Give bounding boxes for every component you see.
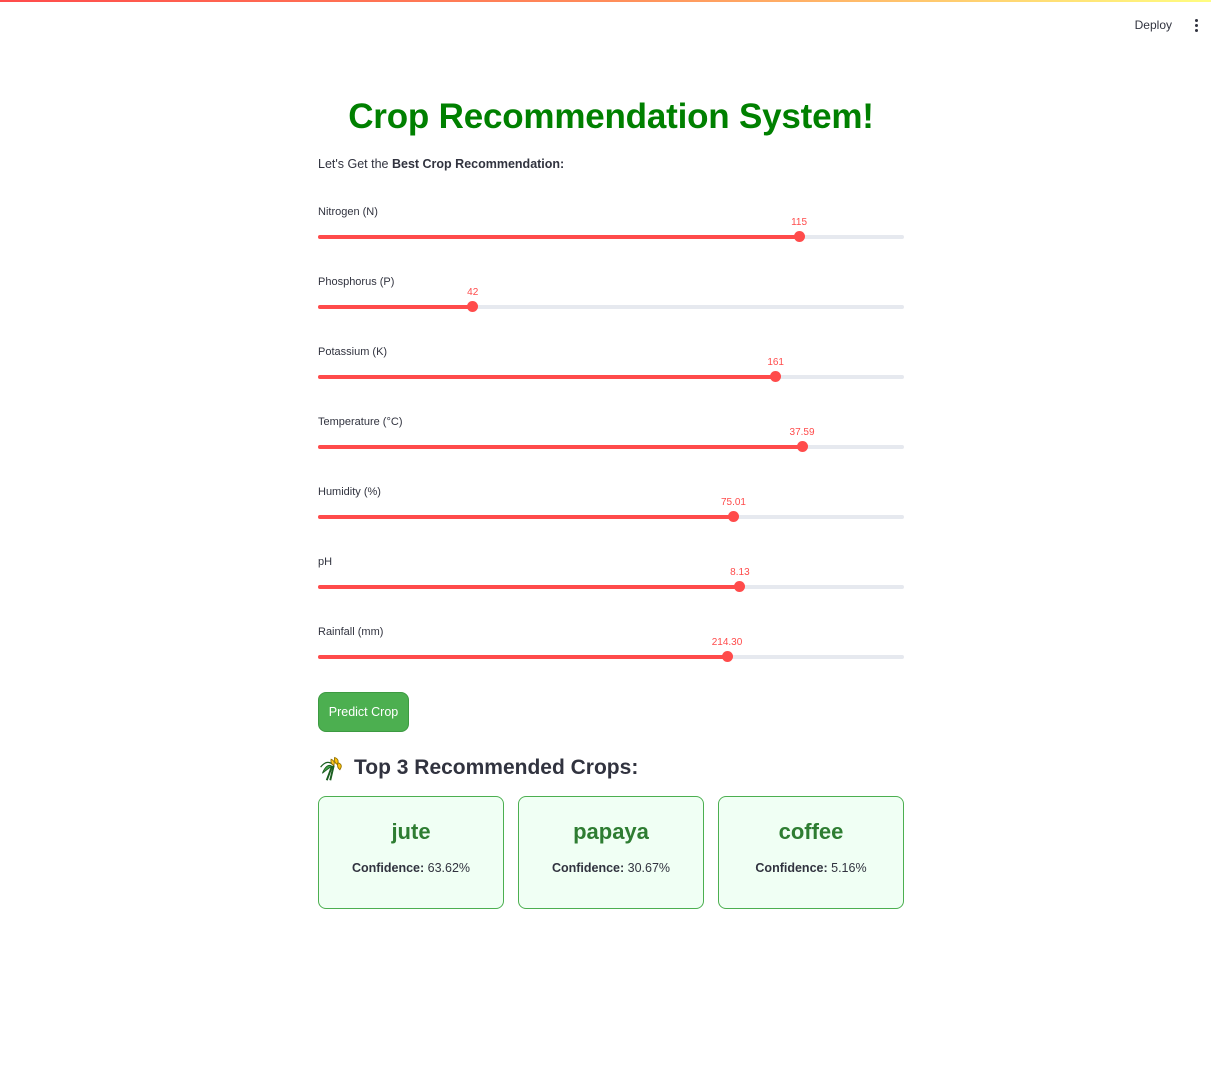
- page-title: Crop Recommendation System!: [348, 97, 874, 136]
- slider-label: pH: [318, 556, 333, 568]
- confidence-label: Confidence:: [351, 861, 425, 875]
- crop-name: papaya: [573, 819, 649, 844]
- slider-ph: pH 8.13: [318, 556, 904, 616]
- deploy-button[interactable]: Deploy: [1129, 14, 1178, 36]
- slider-thumb[interactable]: [727, 511, 739, 522]
- crop-confidence: Confidence: 30.67%: [552, 861, 670, 875]
- slider-track[interactable]: [318, 581, 904, 592]
- confidence-label: Confidence:: [755, 861, 828, 875]
- slider-track[interactable]: [318, 371, 904, 382]
- slider-thumb[interactable]: [467, 301, 479, 312]
- crop-name: coffee: [778, 819, 844, 844]
- slider-potassium: Potassium (K) 161: [318, 346, 904, 406]
- crop-confidence: Confidence: 5.16%: [755, 861, 866, 875]
- slider-fill: [318, 445, 803, 449]
- app-header: Deploy: [1129, 14, 1201, 36]
- slider-value: 161: [767, 357, 784, 368]
- slider-track[interactable]: [318, 651, 904, 662]
- slider-fill: [318, 655, 728, 659]
- crop-confidence: Confidence: 63.62%: [352, 861, 470, 875]
- slider-nitrogen: Nitrogen (N) 115: [318, 206, 904, 266]
- slider-label: Nitrogen (N): [318, 206, 378, 218]
- slider-phosphorus: Phosphorus (P) 42: [318, 276, 904, 336]
- results-heading: Top 3 Recommended Crops:: [318, 754, 638, 782]
- subtitle-prefix: Let's Get the: [318, 157, 392, 171]
- slider-thumb[interactable]: [770, 371, 782, 382]
- crop-card: jute Confidence: 63.62%: [318, 796, 504, 909]
- page-subtitle: Let's Get the Best Crop Recommendation:: [318, 157, 564, 171]
- slider-thumb[interactable]: [721, 651, 733, 662]
- sheaf-of-rice-icon: [320, 756, 342, 781]
- slider-value: 42: [467, 287, 479, 298]
- crop-cards: jute Confidence: 63.62% papaya Confidenc…: [318, 796, 904, 909]
- results-heading-text: Top 3 Recommended Crops:: [354, 756, 639, 779]
- slider-label: Humidity (%): [318, 486, 381, 498]
- confidence-value: 30.67%: [627, 861, 671, 875]
- predict-crop-button[interactable]: Predict Crop: [318, 692, 409, 732]
- slider-label: Temperature (°C): [318, 416, 403, 428]
- top-decoration-stripe: [0, 0, 1211, 2]
- crop-card: coffee Confidence: 5.16%: [718, 796, 904, 909]
- slider-label: Potassium (K): [318, 346, 388, 358]
- slider-fill: [318, 585, 740, 589]
- slider-track[interactable]: [318, 511, 904, 522]
- slider-humidity: Humidity (%) 75.01: [318, 486, 904, 546]
- slider-rainfall: Rainfall (mm) 214.30: [318, 626, 904, 686]
- slider-temperature: Temperature (°C) 37.59: [318, 416, 904, 476]
- confidence-value: 63.62%: [427, 861, 471, 875]
- slider-value: 214.30: [711, 637, 743, 648]
- slider-thumb[interactable]: [796, 441, 808, 452]
- slider-value: 37.59: [789, 427, 815, 438]
- crop-name: jute: [391, 819, 431, 844]
- slider-fill: [318, 305, 473, 309]
- slider-value: 115: [791, 217, 808, 228]
- subtitle-bold: Best Crop Recommendation:: [391, 157, 565, 171]
- slider-thumb[interactable]: [793, 231, 805, 242]
- slider-value: 8.13: [730, 567, 750, 578]
- slider-label: Phosphorus (P): [318, 276, 395, 288]
- confidence-label: Confidence:: [551, 861, 625, 875]
- slider-value: 75.01: [720, 497, 746, 508]
- slider-fill: [318, 235, 800, 239]
- confidence-value: 5.16%: [831, 861, 867, 875]
- slider-fill: [318, 515, 734, 519]
- slider-track[interactable]: [318, 441, 904, 452]
- slider-thumb[interactable]: [734, 581, 746, 592]
- slider-track[interactable]: [318, 301, 904, 312]
- slider-label: Rainfall (mm): [318, 626, 384, 638]
- vertical-dots-icon[interactable]: [1192, 15, 1201, 36]
- slider-fill: [318, 375, 776, 379]
- slider-track[interactable]: [318, 231, 904, 242]
- crop-card: papaya Confidence: 30.67%: [518, 796, 704, 909]
